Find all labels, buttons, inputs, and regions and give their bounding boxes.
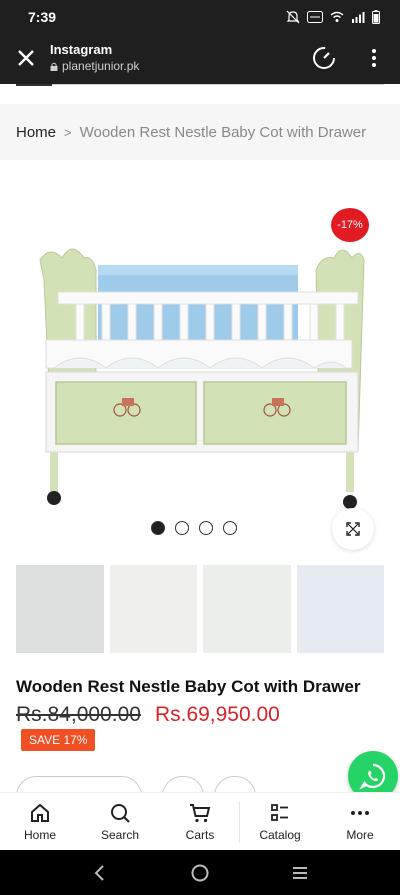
status-bar: 7:39 <box>0 0 400 34</box>
mute-icon <box>286 10 300 24</box>
close-icon <box>18 50 34 66</box>
expand-icon <box>346 522 360 536</box>
recents-icon[interactable] <box>290 863 310 883</box>
lock-icon <box>50 62 58 71</box>
browser-url: planetjunior.pk <box>50 59 139 73</box>
browser-app-title: Instagram <box>50 42 113 57</box>
close-button[interactable] <box>12 44 40 72</box>
baby-cot-illustration <box>39 248 365 509</box>
top-strip-indicator <box>16 84 52 86</box>
old-price: Rs.84,000.00 <box>16 703 141 726</box>
breadcrumb: Home > Wooden Rest Nestle Baby Cot with … <box>0 104 400 160</box>
breadcrumb-current: Wooden Rest Nestle Baby Cot with Drawer <box>79 123 367 141</box>
gallery-dots <box>151 521 237 535</box>
volte-icon <box>307 11 323 23</box>
nav-more-label: More <box>346 827 374 842</box>
home-icon <box>31 803 49 822</box>
browser-menu-button[interactable] <box>362 46 386 70</box>
nav-home[interactable]: Home <box>0 793 80 850</box>
nav-catalog-label: Catalog <box>259 827 301 842</box>
top-strip <box>0 84 400 102</box>
sale-price: Rs.69,950.00 <box>154 703 280 726</box>
page-speed-button[interactable] <box>310 44 338 72</box>
system-navigation-bar <box>0 850 400 895</box>
wifi-icon <box>330 11 344 22</box>
thumbnail[interactable] <box>109 565 197 653</box>
zoom-button[interactable] <box>332 508 374 550</box>
status-icons <box>286 10 380 24</box>
top-strip-rule <box>52 84 384 85</box>
nav-catalog[interactable]: Catalog <box>240 793 320 850</box>
browser-url-text: planetjunior.pk <box>62 59 140 73</box>
nav-search[interactable]: Search <box>80 793 160 850</box>
cart-icon <box>190 803 211 822</box>
thumbnail[interactable] <box>16 565 104 653</box>
gallery-dot[interactable] <box>199 521 213 535</box>
thumbnail-strip <box>16 565 384 653</box>
save-badge: SAVE 17% <box>21 729 96 751</box>
home-circle-icon[interactable] <box>190 863 210 883</box>
catalog-icon <box>271 803 288 821</box>
thumbnail[interactable] <box>296 565 384 653</box>
speedometer-icon <box>313 47 335 69</box>
breadcrumb-home-link[interactable]: Home <box>16 124 56 141</box>
nav-divider <box>239 801 240 843</box>
battery-icon <box>372 10 380 24</box>
signal-icon <box>352 12 365 23</box>
nav-more[interactable]: More <box>320 793 400 850</box>
thumbnail[interactable] <box>203 565 291 653</box>
nav-search-label: Search <box>100 827 140 842</box>
discount-badge: -17% <box>331 208 369 242</box>
whatsapp-icon <box>359 763 386 790</box>
nav-carts[interactable]: Carts <box>160 793 240 850</box>
product-title: Wooden Rest Nestle Baby Cot with Drawer <box>16 677 361 696</box>
search-icon <box>111 803 130 823</box>
bottom-navigation: Home Search Carts Catalog More <box>0 792 400 850</box>
browser-titles: Instagram planetjunior.pk <box>50 42 139 73</box>
price-row: Rs.84,000.00 Rs.69,950.00 <box>16 703 280 727</box>
gallery-dot[interactable] <box>223 521 237 535</box>
product-image[interactable] <box>20 200 380 520</box>
browser-header: Instagram planetjunior.pk <box>0 34 400 84</box>
more-icon <box>351 810 369 815</box>
gallery-dot[interactable] <box>175 521 189 535</box>
nav-carts-label: Carts <box>185 827 215 842</box>
nav-home-label: Home <box>23 827 56 842</box>
more-vertical-icon <box>372 49 376 67</box>
status-time: 7:39 <box>28 9 57 25</box>
back-icon[interactable] <box>90 863 110 883</box>
breadcrumb-separator: > <box>64 124 72 140</box>
gallery-dot[interactable] <box>151 521 165 535</box>
